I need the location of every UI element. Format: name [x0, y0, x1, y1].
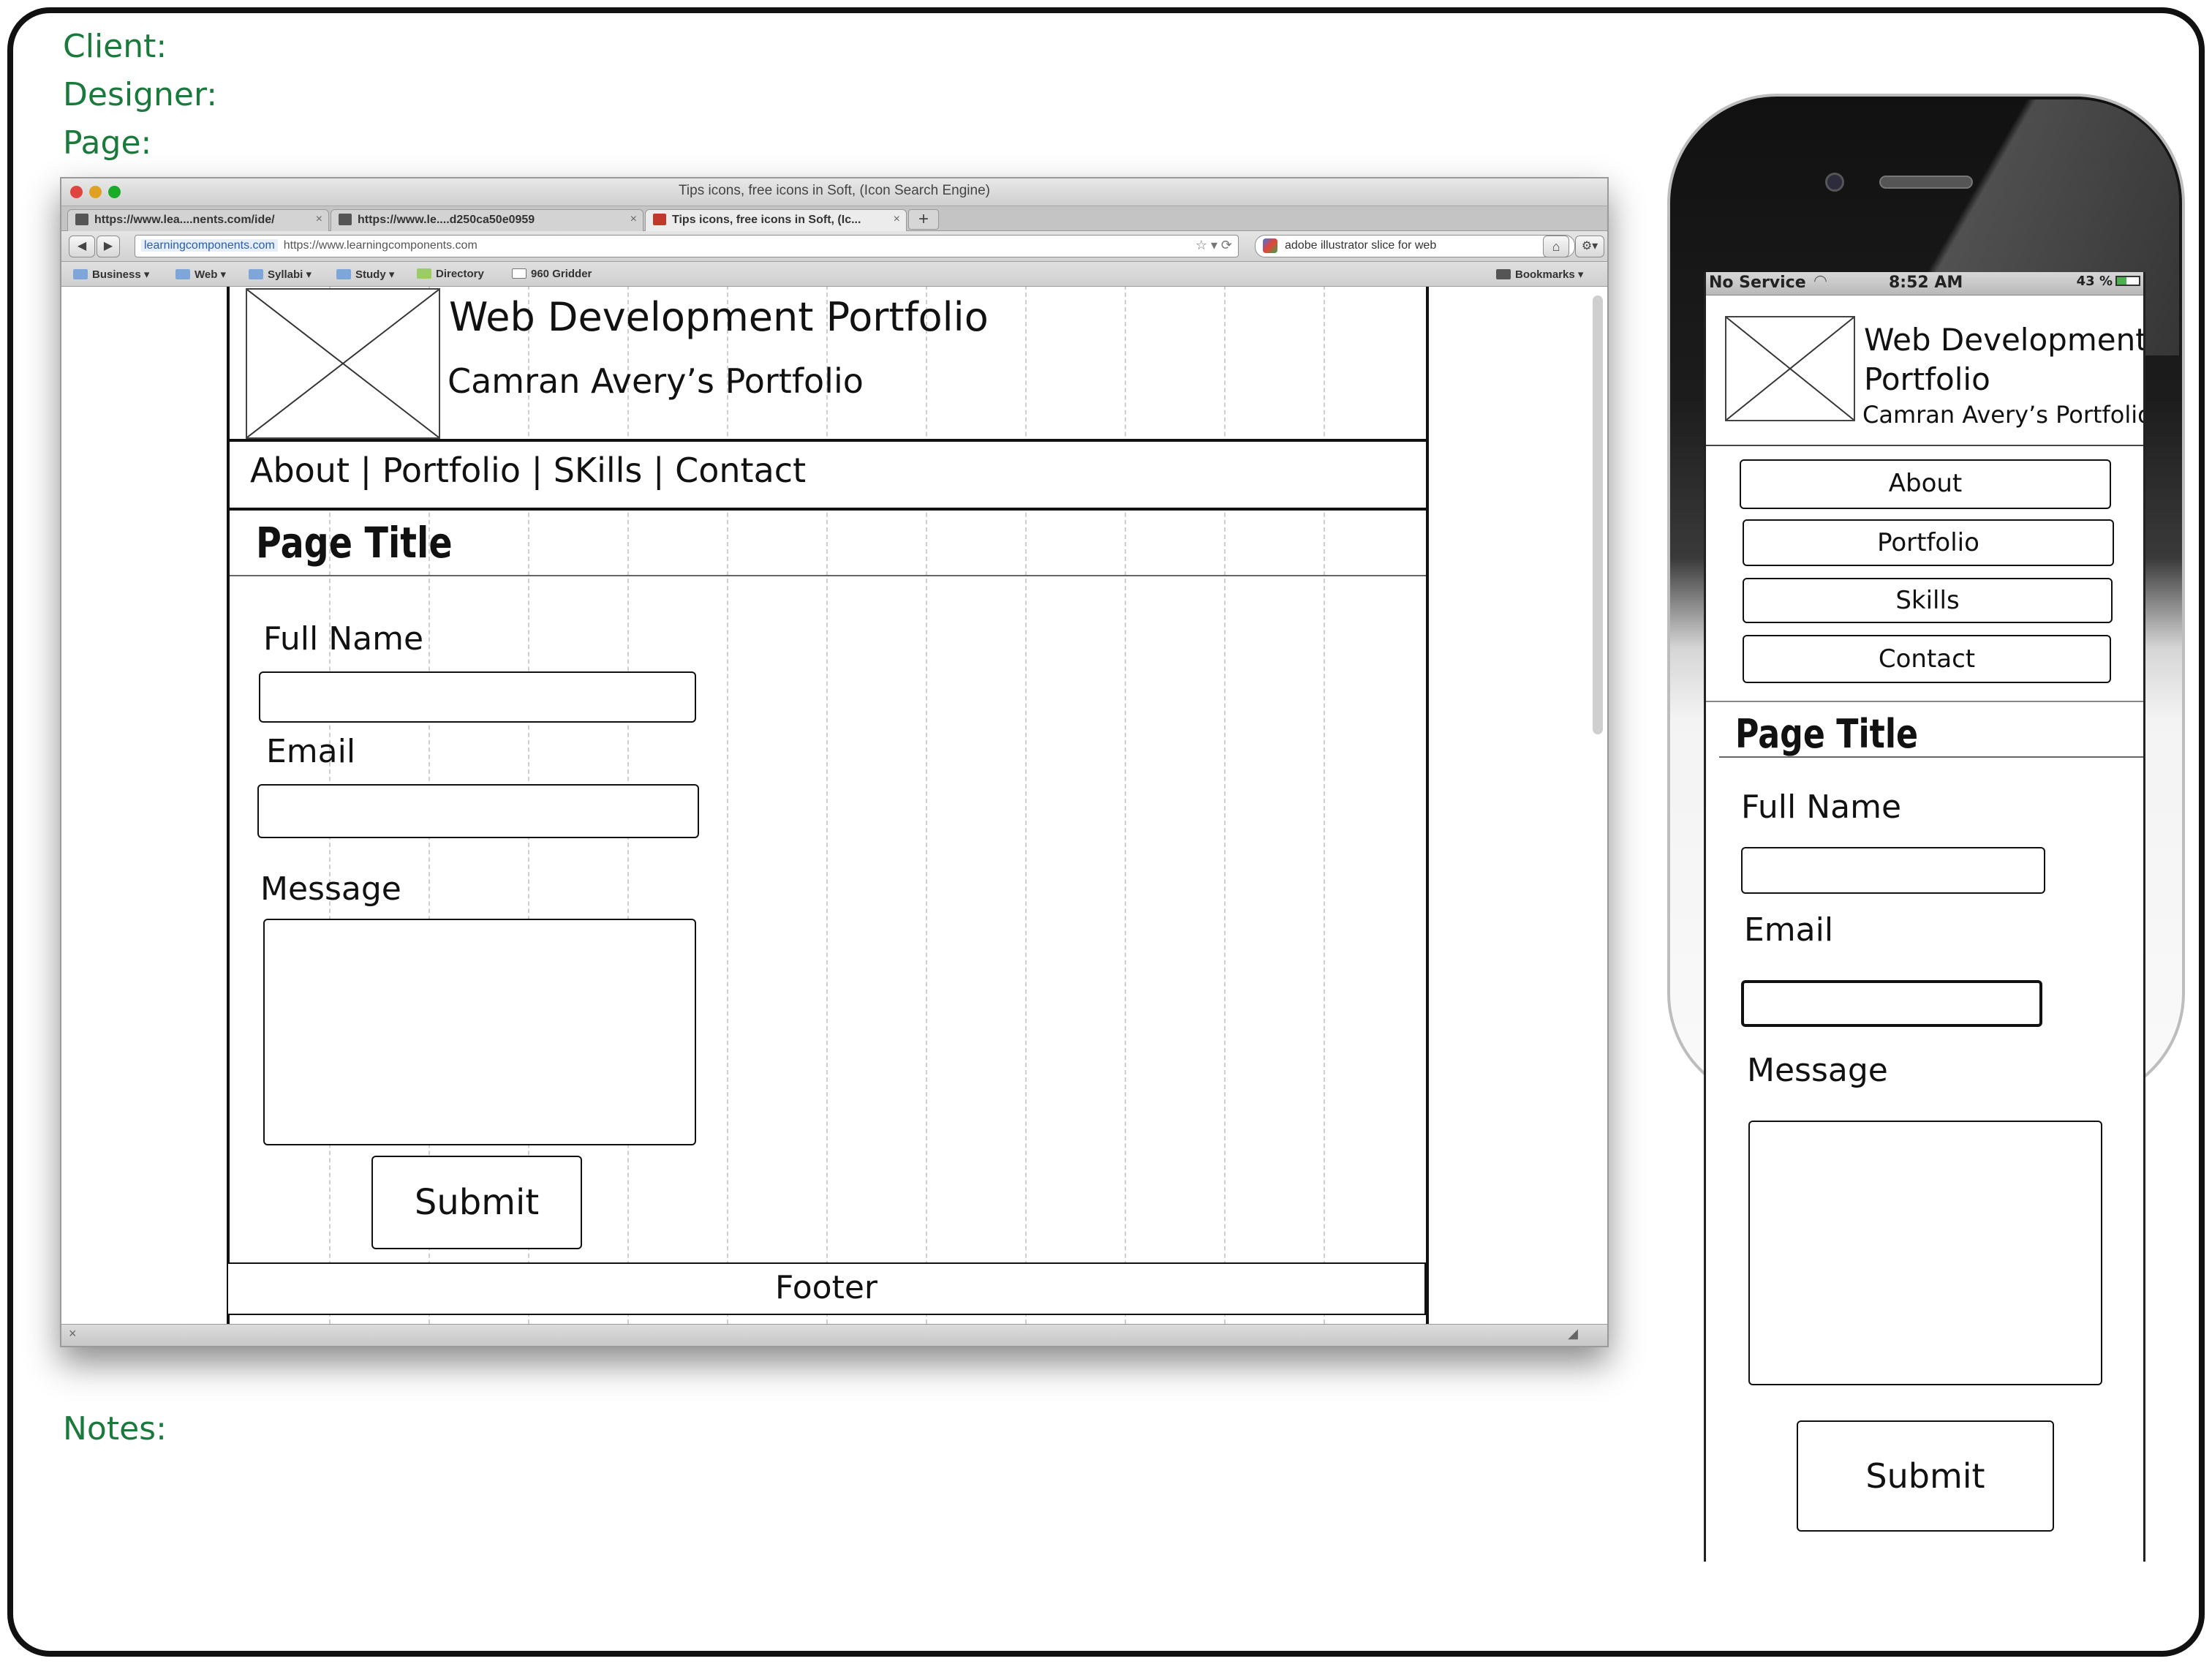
nav-button-about[interactable]: About — [1740, 459, 2111, 509]
message-label: Message — [260, 870, 401, 908]
nav-button-contact[interactable]: Contact — [1743, 635, 2111, 683]
client-label: Client: — [63, 28, 167, 65]
back-button[interactable]: ◀ — [69, 236, 95, 257]
camera-icon — [1825, 173, 1844, 192]
close-addon-bar-icon[interactable]: × — [69, 1326, 77, 1341]
browser-viewport: Web Development Portfolio Camran Avery’s… — [61, 287, 1607, 1325]
new-tab-button[interactable]: + — [908, 209, 939, 230]
full-name-input[interactable] — [259, 671, 696, 723]
phone-screen: No Service ◠ 8:52 AM 43 % Web Developmen… — [1704, 272, 2145, 1562]
phone-message-label: Message — [1747, 1052, 1888, 1089]
window-title: Tips icons, free icons in Soft, (Icon Se… — [679, 183, 990, 198]
page-icon — [512, 268, 526, 279]
home-button[interactable]: ⌂ — [1543, 236, 1569, 257]
bookmarks-icon — [1496, 269, 1511, 279]
site-favicon-icon — [75, 214, 88, 225]
nav-divider — [1706, 701, 2143, 702]
footer-label: Footer — [775, 1269, 877, 1306]
url-text: https://www.learningcomponents.com — [283, 239, 477, 252]
forward-button[interactable]: ▶ — [97, 236, 120, 257]
folder-icon — [175, 269, 190, 279]
bookmark-study[interactable]: Study ▾ — [336, 268, 394, 281]
phone-subtitle: Camran Avery’s Portfolio — [1862, 401, 2145, 429]
folder-icon — [249, 269, 263, 279]
search-text: adobe illustrator slice for web — [1285, 239, 1437, 252]
phone-page-title: Page Title — [1735, 711, 1919, 757]
folder-icon — [336, 269, 351, 279]
phone-submit-button[interactable]: Submit — [1797, 1420, 2054, 1532]
tab-label: https://www.le....d250ca50e0959 — [358, 214, 535, 226]
search-input[interactable]: adobe illustrator slice for web ⌕ — [1255, 235, 1575, 257]
header-divider — [1706, 445, 2143, 446]
phone-title-line-2: Portfolio — [1864, 361, 1990, 397]
resize-grip-icon[interactable]: ◢ — [1568, 1326, 1578, 1341]
phone-email-label: Email — [1744, 911, 1834, 949]
desktop-wireframe: Web Development Portfolio Camran Avery’s… — [227, 287, 1429, 1325]
phone-message-textarea[interactable] — [1748, 1121, 2102, 1385]
tab-close-icon[interactable]: × — [630, 213, 637, 226]
uvu-icon — [417, 268, 431, 279]
full-name-label: Full Name — [263, 620, 424, 658]
battery-icon — [2115, 276, 2140, 286]
nav-links[interactable]: About | Portfolio | SKills | Contact — [250, 451, 806, 490]
wifi-icon: ◠ — [1814, 272, 1827, 290]
designer-label: Designer: — [63, 76, 218, 113]
site-favicon-icon — [653, 214, 666, 225]
browser-titlebar: Tips icons, free icons in Soft, (Icon Se… — [61, 178, 1607, 206]
carrier-text: No Service — [1709, 274, 1806, 292]
battery-text: 43 % — [2076, 274, 2113, 289]
message-textarea[interactable] — [263, 919, 696, 1145]
nav-button-portfolio[interactable]: Portfolio — [1743, 519, 2114, 566]
bookmarks-bar: Business ▾ Web ▾ Syllabi ▾ Study ▾ Direc… — [61, 262, 1607, 287]
main-nav: About | Portfolio | SKills | Contact — [227, 439, 1429, 511]
email-input[interactable] — [257, 784, 699, 838]
notes-label: Notes: — [63, 1410, 167, 1447]
bookmark-web[interactable]: Web ▾ — [175, 268, 226, 281]
page-label: Page: — [63, 124, 152, 162]
phone-email-input[interactable] — [1741, 980, 2042, 1027]
browser-window: Tips icons, free icons in Soft, (Icon Se… — [60, 177, 1609, 1347]
browser-tab-2[interactable]: https://www.le....d250ca50e0959 × — [331, 209, 643, 231]
phone-full-name-input[interactable] — [1741, 847, 2045, 894]
site-subtitle: Camran Avery’s Portfolio — [448, 361, 864, 401]
folder-icon — [73, 269, 88, 279]
nav-button-skills[interactable]: Skills — [1743, 578, 2113, 623]
tab-label: Tips icons, free icons in Soft, (Ic... — [672, 214, 861, 226]
google-icon — [1263, 238, 1277, 253]
title-divider — [1719, 756, 2143, 758]
logo-image-placeholder — [246, 288, 440, 439]
email-label: Email — [266, 733, 356, 770]
clock-text: 8:52 AM — [1889, 274, 1963, 292]
title-divider — [230, 575, 1426, 576]
bookmark-business[interactable]: Business ▾ — [73, 268, 149, 281]
browser-statusbar: × ◢ — [61, 1324, 1607, 1346]
bookmark-syllabi[interactable]: Syllabi ▾ — [249, 268, 312, 281]
submit-button[interactable]: Submit — [371, 1156, 582, 1249]
phone-title-line-1: Web Development — [1864, 322, 2145, 358]
battery-indicator: 43 % — [2077, 274, 2140, 289]
vertical-scrollbar[interactable] — [1593, 295, 1603, 734]
browser-tab-3[interactable]: Tips icons, free icons in Soft, (Ic... × — [645, 209, 907, 231]
navigation-toolbar: ◀ ▶ learningcomponents.com https://www.le… — [61, 231, 1607, 262]
tab-bar: https://www.lea....nents.com/ide/ × http… — [61, 206, 1607, 231]
browser-tab-1[interactable]: https://www.lea....nents.com/ide/ × — [67, 209, 329, 231]
page-title: Page Title — [256, 518, 453, 568]
speaker-grille — [1879, 176, 1973, 189]
extensions-button[interactable]: ⚙▾ — [1575, 236, 1604, 257]
logo-image-placeholder — [1725, 316, 1855, 421]
bookmarks-menu[interactable]: Bookmarks ▾ — [1496, 268, 1583, 281]
tab-close-icon[interactable]: × — [316, 213, 322, 226]
bookmark-directory[interactable]: Directory — [417, 268, 484, 280]
phone-full-name-label: Full Name — [1741, 788, 1902, 826]
url-site-badge: learningcomponents.com — [141, 239, 278, 252]
url-bar[interactable]: learningcomponents.com https://www.learni… — [135, 235, 1239, 257]
tab-close-icon[interactable]: × — [894, 213, 900, 226]
bookmark-960-gridder[interactable]: 960 Gridder — [512, 268, 592, 280]
bookmark-star-icon[interactable]: ☆ ▾ ⟳ — [1196, 238, 1232, 253]
phone-statusbar: No Service ◠ 8:52 AM 43 % — [1706, 272, 2143, 295]
footer: Footer — [227, 1262, 1426, 1315]
tab-label: https://www.lea....nents.com/ide/ — [94, 214, 275, 226]
site-favicon-icon — [339, 214, 352, 225]
site-title: Web Development Portfolio — [449, 294, 989, 340]
